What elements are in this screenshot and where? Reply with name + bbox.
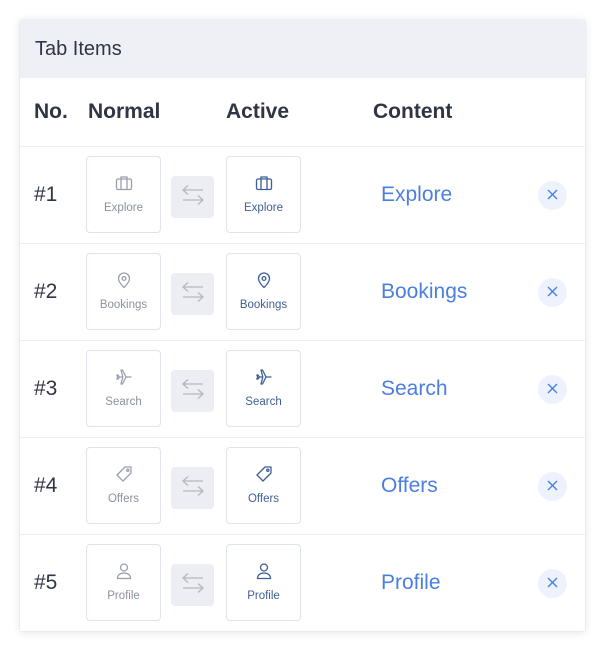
table-row: #5 Profile Profile Profile [20, 535, 585, 631]
content-link[interactable]: Explore [381, 147, 452, 243]
remove-button[interactable] [538, 278, 567, 307]
row-number: #2 [34, 280, 58, 303]
briefcase-icon [114, 173, 134, 193]
normal-tab-preview[interactable]: Bookings [86, 253, 161, 330]
close-icon [547, 381, 558, 399]
normal-tab-preview[interactable]: Profile [86, 544, 161, 621]
column-header-content: Content [373, 100, 453, 123]
content-link[interactable]: Profile [381, 535, 441, 631]
swap-arrows-icon [180, 281, 206, 308]
close-icon [547, 478, 558, 496]
content-link[interactable]: Search [381, 341, 448, 437]
normal-tab-preview[interactable]: Explore [86, 156, 161, 233]
row-number: #4 [34, 474, 58, 497]
active-tab-label: Profile [247, 590, 280, 602]
swap-arrows-icon [180, 184, 206, 211]
panel-title: Tab Items [20, 20, 585, 78]
remove-button[interactable] [538, 569, 567, 598]
active-tab-label: Offers [247, 493, 280, 505]
remove-button[interactable] [538, 472, 567, 501]
close-icon [547, 284, 558, 302]
column-header-no: No. [34, 100, 68, 123]
row-number: #3 [34, 377, 58, 400]
tab-items-panel: Tab Items No. Normal Active Content #1 E… [20, 20, 585, 631]
remove-button[interactable] [538, 181, 567, 210]
column-header-active: Active [226, 100, 290, 123]
row-number: #1 [34, 183, 58, 206]
user-icon [254, 561, 274, 581]
column-header-normal: Normal [88, 100, 161, 123]
active-tab-preview[interactable]: Offers [226, 447, 301, 524]
active-tab-label: Bookings [239, 299, 288, 311]
active-tab-preview[interactable]: Explore [226, 156, 301, 233]
normal-tab-preview[interactable]: Offers [86, 447, 161, 524]
normal-tab-label: Explore [104, 202, 143, 214]
active-tab-label: Search [245, 396, 282, 408]
user-icon [114, 561, 134, 581]
remove-button[interactable] [538, 375, 567, 404]
table-row: #1 Explore Explore Explore [20, 147, 585, 244]
active-tab-preview[interactable]: Bookings [226, 253, 301, 330]
plane-icon [114, 367, 134, 387]
table-row: #4 Offers Offers Offers [20, 438, 585, 535]
tag-icon [114, 464, 134, 484]
swap-button[interactable] [171, 467, 214, 509]
swap-button[interactable] [171, 564, 214, 606]
swap-arrows-icon [180, 572, 206, 599]
table-row: #3 Search Search Search [20, 341, 585, 438]
table-row: #2 Bookings Bookings Bookings [20, 244, 585, 341]
map-pin-icon [114, 270, 134, 290]
tag-icon [254, 464, 274, 484]
close-icon [547, 575, 558, 593]
active-tab-preview[interactable]: Search [226, 350, 301, 427]
content-link[interactable]: Offers [381, 438, 438, 534]
content-link[interactable]: Bookings [381, 244, 467, 340]
active-tab-preview[interactable]: Profile [226, 544, 301, 621]
swap-button[interactable] [171, 370, 214, 412]
normal-tab-label: Bookings [99, 299, 148, 311]
normal-tab-label: Profile [107, 590, 140, 602]
swap-arrows-icon [180, 378, 206, 405]
table-header: No. Normal Active Content [20, 78, 585, 147]
swap-arrows-icon [180, 475, 206, 502]
plane-icon [254, 367, 274, 387]
briefcase-icon [254, 173, 274, 193]
active-tab-label: Explore [244, 202, 283, 214]
normal-tab-preview[interactable]: Search [86, 350, 161, 427]
row-number: #5 [34, 571, 58, 594]
swap-button[interactable] [171, 176, 214, 218]
normal-tab-label: Search [105, 396, 142, 408]
close-icon [547, 187, 558, 205]
normal-tab-label: Offers [107, 493, 140, 505]
map-pin-icon [254, 270, 274, 290]
swap-button[interactable] [171, 273, 214, 315]
